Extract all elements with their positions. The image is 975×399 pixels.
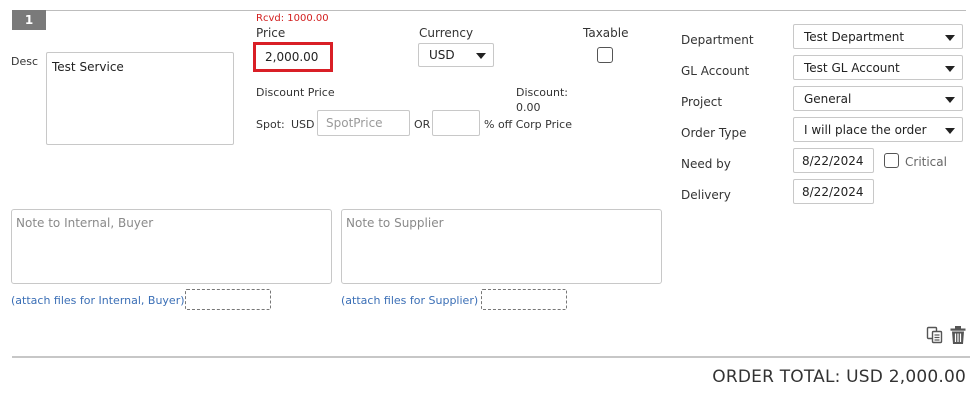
or-label: OR: [414, 118, 431, 131]
order-type-value: I will place the order: [804, 122, 927, 137]
project-label: Project: [681, 95, 723, 109]
chevron-down-icon: [945, 96, 955, 103]
currency-value: USD: [429, 48, 455, 62]
attach-internal-link[interactable]: (attach files for Internal, Buyer): [11, 294, 185, 307]
project-value: General: [804, 91, 852, 106]
discount-label: Discount:: [516, 86, 568, 99]
delivery-date-input[interactable]: 8/22/2024: [793, 179, 874, 204]
supplier-note-placeholder: Note to Supplier: [346, 216, 444, 230]
copy-icon[interactable]: [926, 326, 944, 344]
spot-label: Spot:: [256, 118, 285, 131]
currency-select[interactable]: USD: [418, 43, 494, 67]
spot-currency: USD: [291, 118, 315, 131]
delivery-label: Delivery: [681, 188, 731, 202]
need-by-label: Need by: [681, 157, 731, 171]
price-input[interactable]: 2,000.00: [259, 47, 329, 67]
order-total: ORDER TOTAL: USD 2,000.00: [712, 367, 966, 387]
internal-attach-dropzone[interactable]: [185, 289, 271, 310]
internal-note-textarea[interactable]: Note to Internal, Buyer: [11, 209, 332, 284]
percent-off-label: % off Corp Price: [484, 118, 572, 131]
delivery-value: 8/22/2024: [802, 184, 864, 199]
taxable-label: Taxable: [583, 26, 629, 40]
desc-textarea[interactable]: Test Service: [46, 52, 234, 145]
chevron-down-icon: [945, 65, 955, 72]
gl-account-select[interactable]: Test GL Account: [793, 55, 963, 80]
header-divider: [46, 10, 966, 11]
order-type-select[interactable]: I will place the order: [793, 117, 963, 142]
department-label: Department: [681, 33, 754, 47]
order-type-label: Order Type: [681, 126, 747, 140]
attach-supplier-link[interactable]: (attach files for Supplier): [341, 294, 478, 307]
department-select[interactable]: Test Department: [793, 24, 963, 49]
spot-price-placeholder: SpotPrice: [326, 116, 383, 130]
taxable-checkbox[interactable]: [597, 47, 613, 63]
internal-note-placeholder: Note to Internal, Buyer: [16, 216, 154, 230]
project-select[interactable]: General: [793, 86, 963, 111]
gl-account-label: GL Account: [681, 64, 750, 78]
discount-price-label: Discount Price: [256, 86, 335, 99]
price-label: Price: [256, 26, 286, 40]
critical-label: Critical: [905, 155, 947, 169]
supplier-attach-dropzone[interactable]: [481, 289, 567, 310]
footer-divider: [12, 356, 970, 358]
need-by-value: 8/22/2024: [802, 153, 864, 168]
critical-checkbox[interactable]: [884, 153, 899, 168]
currency-label: Currency: [419, 26, 474, 40]
chevron-down-icon: [945, 34, 955, 41]
supplier-note-textarea[interactable]: Note to Supplier: [341, 209, 662, 284]
gl-account-value: Test GL Account: [804, 60, 900, 75]
spot-price-input[interactable]: SpotPrice: [317, 110, 410, 136]
need-by-date-input[interactable]: 8/22/2024: [793, 148, 874, 173]
received-amount: Rcvd: 1000.00: [256, 13, 329, 24]
department-value: Test Department: [804, 29, 905, 44]
chevron-down-icon: [945, 127, 955, 134]
chevron-down-icon: [476, 53, 486, 59]
line-number-badge: 1: [12, 10, 46, 30]
discount-value: 0.00: [516, 101, 541, 114]
percent-off-input[interactable]: [432, 110, 480, 136]
desc-label: Desc: [11, 55, 39, 68]
trash-icon[interactable]: [949, 325, 967, 345]
